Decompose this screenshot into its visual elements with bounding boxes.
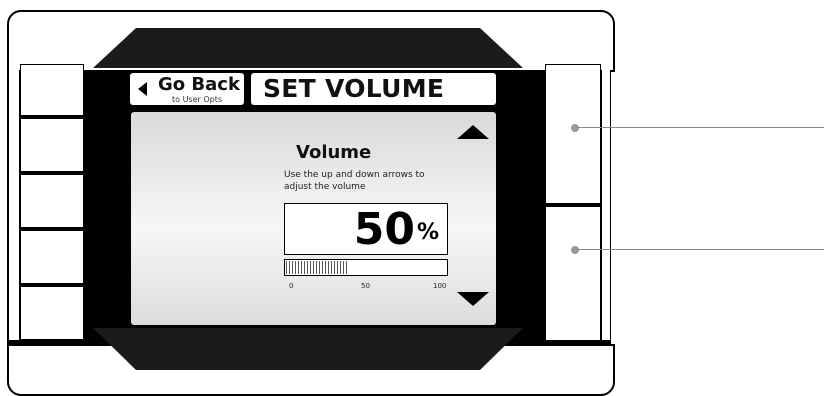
right-side-edge [602, 66, 610, 340]
down-arrow-icon[interactable] [457, 292, 489, 306]
volume-heading: Volume [296, 142, 372, 163]
go-back-sublabel: to User Opts [172, 95, 223, 104]
screen-title-box: SET VOLUME [251, 73, 496, 105]
screen-title: SET VOLUME [263, 74, 445, 103]
up-arrow-icon[interactable] [457, 125, 489, 139]
right-soft-button-down[interactable] [545, 206, 601, 341]
callout-line-up [576, 127, 824, 128]
scale-mid-label: 50 [361, 282, 370, 290]
volume-value: 50 [353, 204, 415, 255]
volume-value-display: 50 % [284, 203, 448, 255]
volume-level-fill [286, 261, 348, 274]
left-side-edge [9, 66, 19, 340]
go-back-label: Go Back [158, 74, 240, 95]
left-soft-button-5[interactable] [20, 286, 84, 340]
back-triangle-icon [138, 82, 147, 96]
volume-level-bar [284, 259, 448, 276]
screen-bevel-top [93, 28, 523, 68]
left-soft-button-3[interactable] [20, 174, 84, 228]
go-back-button[interactable]: Go Back to User Opts [130, 73, 244, 105]
button-indicator-dot [571, 246, 579, 254]
left-soft-button-1[interactable] [20, 64, 84, 116]
scale-max-label: 100 [433, 282, 447, 290]
callout-line-down [576, 249, 824, 250]
right-soft-button-up[interactable] [545, 64, 601, 204]
left-soft-button-2[interactable] [20, 118, 84, 172]
volume-unit: % [416, 220, 439, 245]
screen-bevel-bottom [93, 328, 523, 370]
left-soft-button-4[interactable] [20, 230, 84, 284]
volume-description: Use the up and down arrows to adjust the… [284, 170, 425, 192]
scale-min-label: 0 [289, 282, 294, 290]
button-indicator-dot [571, 124, 579, 132]
